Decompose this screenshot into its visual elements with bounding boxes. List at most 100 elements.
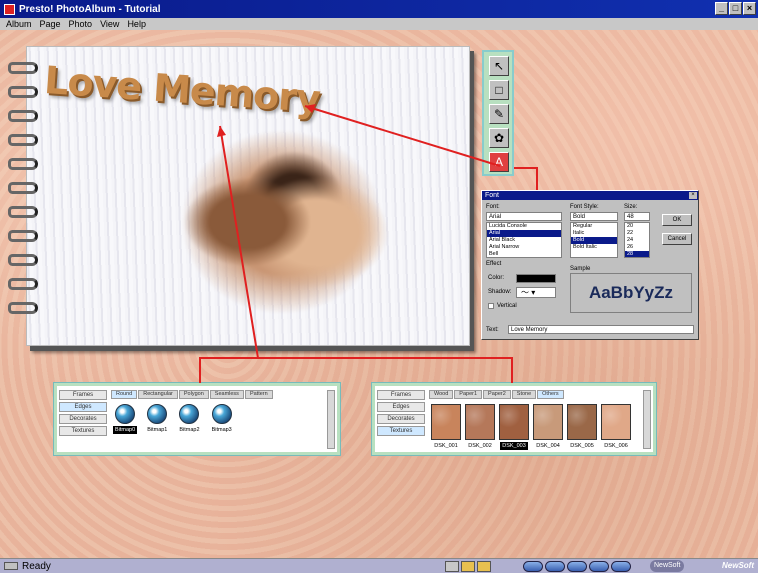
texture-item-label: DSK_004 xyxy=(536,443,560,449)
edge-item[interactable]: Bitmap0 xyxy=(113,404,138,434)
page-icon[interactable] xyxy=(445,561,459,572)
vertical-checkbox[interactable] xyxy=(488,303,494,309)
panel-scrollbar[interactable] xyxy=(643,390,651,449)
ok-button[interactable]: OK xyxy=(662,214,692,226)
text-input[interactable]: Love Memory xyxy=(508,325,694,334)
font-option[interactable]: Arial Narrow xyxy=(487,244,561,251)
font-name-field[interactable]: Arial xyxy=(486,212,562,221)
couple-photo[interactable] xyxy=(167,117,397,327)
maximize-button[interactable]: □ xyxy=(729,2,742,15)
tab-others[interactable]: Others xyxy=(537,390,564,399)
nav-prev-button[interactable] xyxy=(545,561,565,572)
size-list[interactable]: 20 22 24 26 28 xyxy=(624,222,650,258)
style-option[interactable]: Italic xyxy=(571,230,617,237)
tab-round[interactable]: Round xyxy=(111,390,138,399)
tab-paper2[interactable]: Paper2 xyxy=(483,390,511,399)
texture-item[interactable]: DSK_006 xyxy=(601,404,631,450)
size-option[interactable]: 26 xyxy=(625,244,649,251)
tab-stone[interactable]: Stone xyxy=(511,390,537,399)
edge-item[interactable]: Bitmap1 xyxy=(145,404,169,434)
color-label: Color: xyxy=(488,275,505,281)
category-decorates[interactable]: Decorates xyxy=(59,414,107,424)
texture-swatch xyxy=(601,404,631,440)
panel-scrollbar[interactable] xyxy=(327,390,335,449)
font-option-selected[interactable]: Arial xyxy=(487,230,561,237)
category-edges[interactable]: Edges xyxy=(59,402,107,412)
tab-seamless[interactable]: Seamless xyxy=(209,390,244,399)
size-option[interactable]: 22 xyxy=(625,230,649,237)
texture-item[interactable]: DSK_005 xyxy=(567,404,597,450)
size-option[interactable]: 20 xyxy=(625,223,649,230)
tab-wood[interactable]: Wood xyxy=(429,390,454,399)
font-option[interactable]: Bell xyxy=(487,251,561,257)
font-option[interactable]: Lucida Console xyxy=(487,223,561,230)
edge-item-label: Bitmap3 xyxy=(211,427,232,433)
album-icon[interactable] xyxy=(477,561,491,572)
size-option-selected[interactable]: 28 xyxy=(625,251,649,257)
menu-view[interactable]: View xyxy=(100,19,119,29)
menu-page[interactable]: Page xyxy=(40,19,61,29)
edge-item[interactable]: Bitmap2 xyxy=(177,404,201,434)
edge-item-label: Bitmap0 xyxy=(113,426,138,434)
texture-item[interactable]: DSK_001 xyxy=(431,404,461,450)
font-list[interactable]: Lucida Console Arial Arial Black Arial N… xyxy=(486,222,562,258)
brush-tool[interactable]: ✎ xyxy=(489,104,509,124)
menu-album[interactable]: Album xyxy=(6,19,32,29)
dialog-close-icon[interactable]: × xyxy=(689,192,697,199)
edge-item[interactable]: Bitmap3 xyxy=(210,404,234,434)
category-textures[interactable]: Textures xyxy=(377,426,425,436)
style-option-selected[interactable]: Bold xyxy=(571,237,617,244)
size-field[interactable]: 48 xyxy=(624,212,650,221)
nav-last-button[interactable] xyxy=(611,561,631,572)
spiral-binding xyxy=(8,62,38,332)
font-style-list[interactable]: Regular Italic Bold Bold Italic xyxy=(570,222,618,258)
menu-help[interactable]: Help xyxy=(127,19,146,29)
font-style-field[interactable]: Bold xyxy=(570,212,618,221)
category-decorates[interactable]: Decorates xyxy=(377,414,425,424)
texture-item-label: DSK_003 xyxy=(500,442,528,450)
texture-swatch xyxy=(465,404,495,440)
brand-logo: NewSoft xyxy=(722,561,754,570)
stamp-tool[interactable]: ✿ xyxy=(489,128,509,148)
tab-rectangular[interactable]: Rectangular xyxy=(138,390,178,399)
category-textures[interactable]: Textures xyxy=(59,426,107,436)
tool-palette: ↖ □ ✎ ✿ A xyxy=(482,50,514,176)
nav-play-button[interactable] xyxy=(567,561,587,572)
tab-pattern[interactable]: Pattern xyxy=(244,390,273,399)
menu-photo[interactable]: Photo xyxy=(69,19,93,29)
shadow-select[interactable]: 〜 ▾ xyxy=(516,287,556,298)
status-bar: Ready NewSoft NewSoft xyxy=(0,558,758,573)
category-frames[interactable]: Frames xyxy=(377,390,425,400)
font-option[interactable]: Arial Black xyxy=(487,237,561,244)
texture-swatch xyxy=(533,404,563,440)
text-tool[interactable]: A xyxy=(489,152,509,172)
style-option[interactable]: Regular xyxy=(571,223,617,230)
status-nav-buttons xyxy=(523,561,631,572)
cancel-button[interactable]: Cancel xyxy=(662,233,692,245)
category-frames[interactable]: Frames xyxy=(59,390,107,400)
tab-paper1[interactable]: Paper1 xyxy=(454,390,483,399)
panel-category-list: Frames Edges Decorates Textures xyxy=(377,390,425,436)
frames-panel: Frames Edges Decorates Textures Round Re… xyxy=(53,382,341,456)
window-title: Presto! PhotoAlbum - Tutorial xyxy=(19,3,161,15)
nav-first-button[interactable] xyxy=(523,561,543,572)
color-swatch[interactable] xyxy=(516,274,556,283)
style-option[interactable]: Bold Italic xyxy=(571,244,617,251)
style-label: Font Style: xyxy=(570,204,599,210)
texture-item[interactable]: DSK_003 xyxy=(499,404,529,450)
text-label: Text: xyxy=(486,327,499,333)
textures-panel: Frames Edges Decorates Textures Wood Pap… xyxy=(371,382,657,456)
nav-next-button[interactable] xyxy=(589,561,609,572)
texture-item[interactable]: DSK_004 xyxy=(533,404,563,450)
tab-polygon[interactable]: Polygon xyxy=(178,390,209,399)
close-button[interactable]: × xyxy=(743,2,756,15)
category-edges[interactable]: Edges xyxy=(377,402,425,412)
folder-icon[interactable] xyxy=(461,561,475,572)
minimize-button[interactable]: _ xyxy=(715,2,728,15)
pointer-tool[interactable]: ↖ xyxy=(489,56,509,76)
frame-tool[interactable]: □ xyxy=(489,80,509,100)
size-option[interactable]: 24 xyxy=(625,237,649,244)
texture-swatch xyxy=(499,404,529,440)
texture-item[interactable]: DSK_002 xyxy=(465,404,495,450)
window-controls: _ □ × xyxy=(715,2,756,15)
